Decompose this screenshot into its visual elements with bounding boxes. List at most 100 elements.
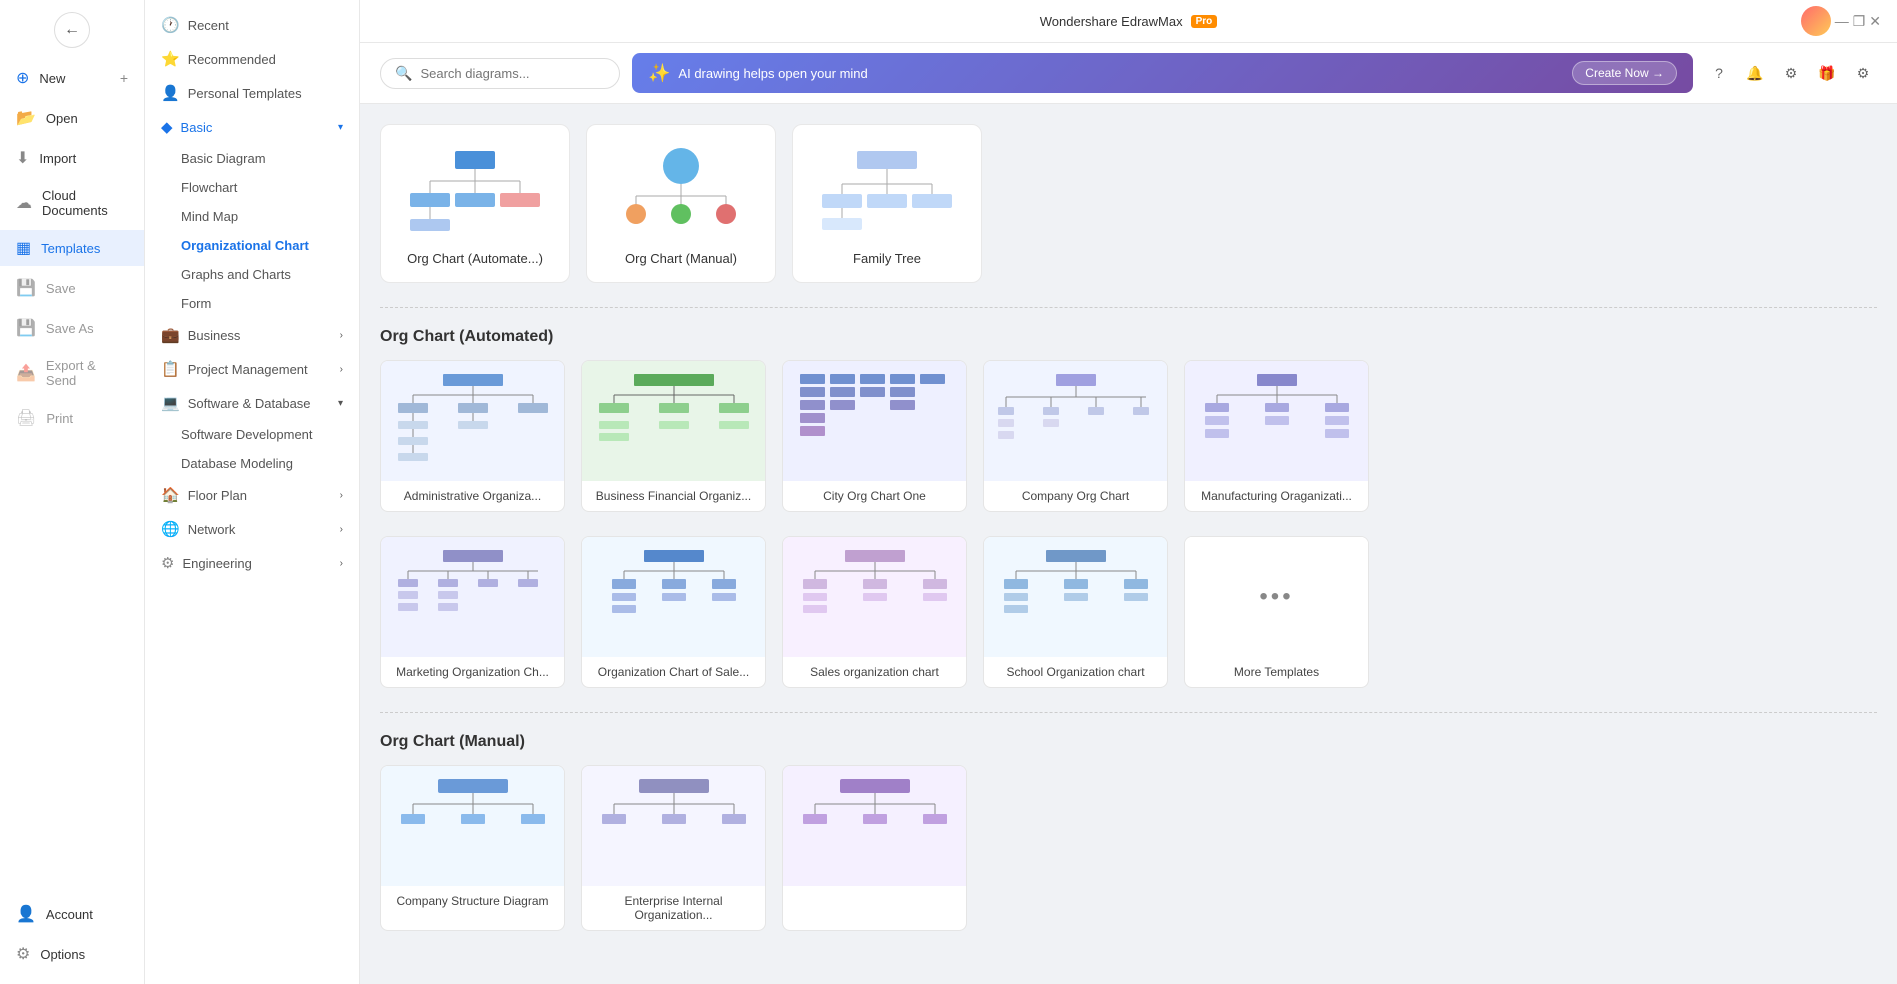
sidebar-sub-graphs[interactable]: Graphs and Charts — [145, 260, 359, 289]
chevron-right-icon-5: › — [340, 558, 343, 569]
tmpl-admin-org[interactable]: Administrative Organiza... — [380, 360, 565, 512]
tmpl-more-label: More Templates — [1185, 657, 1368, 687]
nav-save-label: Save — [46, 281, 76, 296]
more-templates-img: ••• — [1185, 537, 1368, 657]
top-card-family-tree[interactable]: Family Tree — [792, 124, 982, 283]
minimize-button[interactable]: — — [1835, 13, 1849, 29]
sidebar-sub-mind-map[interactable]: Mind Map — [145, 202, 359, 231]
tmpl-manual-1[interactable]: Company Structure Diagram — [380, 765, 565, 931]
tmpl-org-sales-label: Organization Chart of Sale... — [582, 657, 765, 687]
open-icon: 📂 — [16, 108, 36, 128]
nav-import[interactable]: ⬇ Import — [0, 140, 144, 176]
tmpl-manual-3[interactable]: - — [782, 765, 967, 931]
tmpl-more-templates[interactable]: ••• More Templates — [1184, 536, 1369, 688]
nav-cloud-label: Cloud Documents — [42, 188, 128, 218]
tmpl-marketing-label: Marketing Organization Ch... — [381, 657, 564, 687]
sidebar-item-basic[interactable]: ◆ Basic ▾ — [145, 110, 359, 144]
top-bar-icons: ? 🔔 ⚙ 🎁 ⚙ — [1705, 59, 1877, 87]
nav-open[interactable]: 📂 Open — [0, 100, 144, 136]
engineering-icon: ⚙ — [161, 554, 174, 572]
section-divider-2 — [380, 712, 1877, 713]
close-button[interactable]: ✕ — [1869, 13, 1881, 30]
nav-cloud[interactable]: ☁ Cloud Documents — [0, 180, 144, 226]
top-card-org-auto[interactable]: Org Chart (Automate...) — [380, 124, 570, 283]
org-sales-img — [582, 537, 765, 657]
sidebar-sub-flowchart[interactable]: Flowchart — [145, 173, 359, 202]
tmpl-manual-1-label: Company Structure Diagram — [381, 886, 564, 916]
nav-account-label: Account — [46, 907, 93, 922]
gift-icon[interactable]: 🎁 — [1813, 59, 1841, 87]
tmpl-org-sales[interactable]: Organization Chart of Sale... — [581, 536, 766, 688]
help-icon[interactable]: ? — [1705, 59, 1733, 87]
options-icon: ⚙ — [16, 944, 30, 964]
nav-import-label: Import — [39, 151, 76, 166]
top-cards: Org Chart (Automate...) — [380, 124, 1877, 283]
sidebar-item-recommended[interactable]: ⭐ Recommended — [145, 42, 359, 76]
sidebar-item-personal[interactable]: 👤 Personal Templates — [145, 76, 359, 110]
chevron-right-icon-3: › — [340, 490, 343, 501]
search-box[interactable]: 🔍 — [380, 58, 620, 89]
sidebar-item-project[interactable]: 📋 Project Management › — [145, 352, 359, 386]
user-avatar[interactable] — [1801, 6, 1831, 36]
org-auto-label: Org Chart (Automate...) — [407, 251, 543, 266]
nav-export[interactable]: 📤 Export & Send — [0, 350, 144, 396]
sidebar-sub-db-modeling[interactable]: Database Modeling — [145, 449, 359, 478]
tmpl-company-org[interactable]: Company Org Chart — [983, 360, 1168, 512]
nav-open-label: Open — [46, 111, 78, 126]
nav-saveas-label: Save As — [46, 321, 94, 336]
sidebar-sub-org-chart[interactable]: Organizational Chart — [145, 231, 359, 260]
nav-print-label: Print — [46, 411, 73, 426]
sidebar-item-business[interactable]: 💼 Business › — [145, 318, 359, 352]
manual-1-img — [381, 766, 564, 886]
nav-options[interactable]: ⚙ Options — [0, 936, 144, 972]
top-card-org-manual[interactable]: Org Chart (Manual) — [586, 124, 776, 283]
search-input[interactable] — [420, 66, 605, 81]
content-area: Org Chart (Automate...) — [360, 104, 1897, 975]
network-icon: 🌐 — [161, 520, 180, 538]
create-now-button[interactable]: Create Now → — [1572, 61, 1677, 85]
save-icon: 💾 — [16, 278, 36, 298]
city-org-img — [783, 361, 966, 481]
nav-export-label: Export & Send — [46, 358, 128, 388]
community-icon[interactable]: ⚙ — [1777, 59, 1805, 87]
tmpl-school-org[interactable]: School Organization chart — [983, 536, 1168, 688]
marketing-org-img — [381, 537, 564, 657]
tmpl-marketing-org[interactable]: Marketing Organization Ch... — [380, 536, 565, 688]
tmpl-sales-org[interactable]: Sales organization chart — [782, 536, 967, 688]
dots-icon: ••• — [1259, 583, 1293, 611]
sidebar-recent-label: Recent — [188, 18, 229, 33]
notification-icon[interactable]: 🔔 — [1741, 59, 1769, 87]
org-automated-grid-2: Marketing Organization Ch... — [380, 536, 1877, 688]
tmpl-manufacturing[interactable]: Manufacturing Oraganizati... — [1184, 360, 1369, 512]
nav-templates[interactable]: ▦ Templates — [0, 230, 144, 266]
org-automated-section: Org Chart (Automated) — [380, 328, 1877, 688]
maximize-button[interactable]: ❐ — [1853, 13, 1866, 30]
sidebar-basic-label: Basic — [181, 120, 213, 135]
tmpl-biz-fin[interactable]: Business Financial Organiz... — [581, 360, 766, 512]
school-org-img — [984, 537, 1167, 657]
sidebar-sub-software-dev[interactable]: Software Development — [145, 420, 359, 449]
org-manual-grid: Company Structure Diagram — [380, 765, 1877, 931]
back-button[interactable]: ← — [54, 12, 90, 48]
app-title-area: Wondershare EdrawMax Pro — [1040, 14, 1218, 29]
nav-save[interactable]: 💾 Save — [0, 270, 144, 306]
tmpl-manual-2[interactable]: Enterprise Internal Organization... — [581, 765, 766, 931]
tmpl-city-label: City Org Chart One — [783, 481, 966, 511]
sidebar-sub-basic-diagram[interactable]: Basic Diagram — [145, 144, 359, 173]
sidebar-item-floor-plan[interactable]: 🏠 Floor Plan › — [145, 478, 359, 512]
nav-saveas[interactable]: 💾 Save As — [0, 310, 144, 346]
org-automated-title: Org Chart (Automated) — [380, 328, 1877, 346]
cloud-icon: ☁ — [16, 193, 32, 213]
chevron-right-icon-4: › — [340, 524, 343, 535]
nav-new[interactable]: ⊕ New + — [0, 60, 144, 96]
nav-print[interactable]: 🖨 Print — [0, 400, 144, 436]
tmpl-city-org[interactable]: City Org Chart One — [782, 360, 967, 512]
top-bar: 🔍 ✨ AI drawing helps open your mind Crea… — [360, 43, 1897, 104]
settings-icon[interactable]: ⚙ — [1849, 59, 1877, 87]
sidebar-sub-form[interactable]: Form — [145, 289, 359, 318]
sidebar-item-network[interactable]: 🌐 Network › — [145, 512, 359, 546]
nav-account[interactable]: 👤 Account — [0, 896, 144, 932]
sidebar-item-software[interactable]: 💻 Software & Database ▾ — [145, 386, 359, 420]
sidebar-item-engineering[interactable]: ⚙ Engineering › — [145, 546, 359, 580]
sidebar-item-recent[interactable]: 🕐 Recent — [145, 8, 359, 42]
